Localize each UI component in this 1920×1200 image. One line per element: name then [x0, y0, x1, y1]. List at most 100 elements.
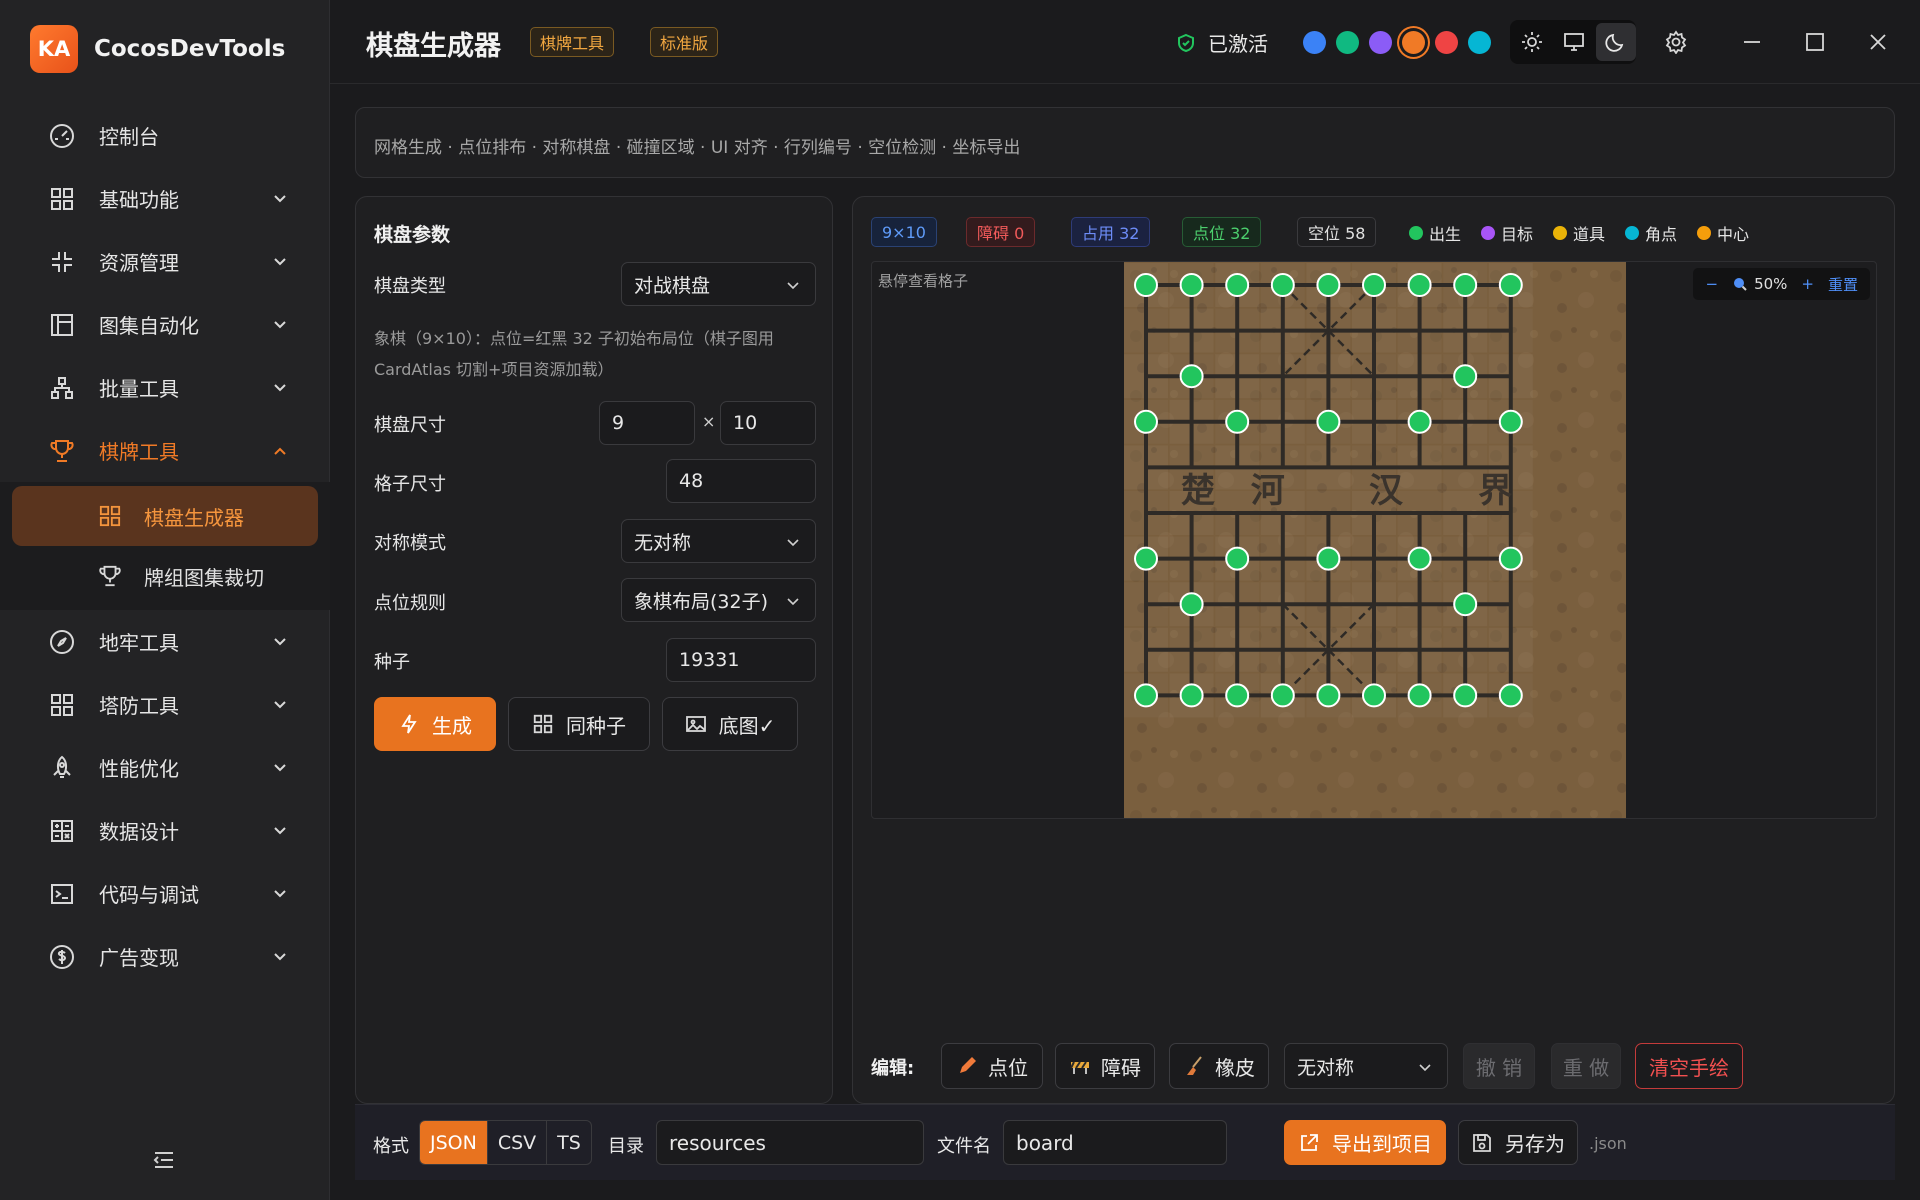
- dark-mode-button[interactable]: [1596, 23, 1636, 61]
- spawn-point[interactable]: [1498, 409, 1523, 434]
- theme-color-blue[interactable]: [1303, 31, 1326, 54]
- zoom-reset-button[interactable]: 重置: [1828, 274, 1858, 295]
- directory-input[interactable]: resources: [656, 1120, 924, 1165]
- spawn-point[interactable]: [1225, 546, 1250, 571]
- spawn-point[interactable]: [1134, 273, 1158, 297]
- chess-board[interactable]: 楚河 汉 界: [1124, 262, 1626, 818]
- layout-icon: [48, 311, 76, 339]
- sidebar-item-data-design[interactable]: 数据设计: [0, 799, 330, 862]
- spawn-point[interactable]: [1316, 273, 1341, 297]
- spawn-point[interactable]: [1270, 273, 1295, 297]
- spawn-point[interactable]: [1134, 546, 1158, 571]
- spawn-point[interactable]: [1407, 546, 1432, 571]
- spawn-point[interactable]: [1179, 683, 1204, 708]
- generate-button[interactable]: 生成: [374, 697, 496, 751]
- sidebar-item-chess[interactable]: 棋牌工具: [0, 419, 330, 482]
- filename-input[interactable]: board: [1003, 1120, 1227, 1165]
- format-json-option[interactable]: JSON: [420, 1121, 488, 1164]
- board-height-input[interactable]: 10: [720, 401, 816, 445]
- cell-size-input[interactable]: 48: [666, 459, 816, 503]
- sidebar-item-ads[interactable]: 广告变现: [0, 925, 330, 988]
- undo-button[interactable]: 撤 销: [1463, 1043, 1535, 1089]
- spawn-point[interactable]: [1453, 592, 1478, 617]
- minimize-icon[interactable]: [1740, 30, 1764, 54]
- board-width-input[interactable]: 9: [599, 401, 695, 445]
- same-seed-button[interactable]: 同种子: [508, 697, 650, 751]
- spawn-point[interactable]: [1498, 546, 1523, 571]
- sidebar-subitem-board-generator[interactable]: 棋盘生成器: [12, 486, 318, 546]
- theme-color-cyan[interactable]: [1468, 31, 1491, 54]
- spawn-point[interactable]: [1362, 683, 1386, 708]
- sidebar-item-performance[interactable]: 性能优化: [0, 736, 330, 799]
- spawn-point[interactable]: [1134, 683, 1158, 708]
- spawn-point[interactable]: [1453, 273, 1478, 297]
- river-char: 汉: [1369, 471, 1404, 511]
- sidebar-item-batch[interactable]: 批量工具: [0, 356, 330, 419]
- spawn-point[interactable]: [1225, 683, 1250, 708]
- light-mode-button[interactable]: [1512, 23, 1552, 61]
- theme-color-purple[interactable]: [1369, 31, 1392, 54]
- spawn-point[interactable]: [1179, 273, 1204, 297]
- spawn-point[interactable]: [1134, 409, 1158, 434]
- theme-color-green[interactable]: [1336, 31, 1359, 54]
- symmetry-select[interactable]: 无对称: [621, 519, 816, 563]
- eraser-tool-button[interactable]: 橡皮: [1169, 1043, 1269, 1089]
- board-type-select[interactable]: 对战棋盘: [621, 262, 816, 306]
- zoom-out-button[interactable]: −: [1705, 275, 1718, 293]
- chevron-down-icon: [274, 953, 286, 961]
- sidebar-item-label: 数据设计: [99, 820, 179, 844]
- format-ts-option[interactable]: TS: [547, 1121, 591, 1164]
- spawn-point[interactable]: [1316, 409, 1341, 434]
- spawn-point[interactable]: [1498, 683, 1523, 708]
- spawn-point[interactable]: [1225, 409, 1250, 434]
- redo-button[interactable]: 重 做: [1551, 1043, 1621, 1089]
- spawn-point[interactable]: [1407, 409, 1432, 434]
- theme-color-red[interactable]: [1435, 31, 1458, 54]
- point-tool-button[interactable]: 点位: [941, 1043, 1043, 1089]
- moon-icon: [1605, 33, 1624, 52]
- clear-drawing-button[interactable]: 清空手绘: [1635, 1043, 1743, 1089]
- sidebar-item-console[interactable]: 控制台: [0, 104, 330, 167]
- sidebar-item-label: 代码与调试: [99, 883, 199, 907]
- chevron-down-icon: [787, 598, 799, 606]
- seed-input[interactable]: 19331: [666, 638, 816, 682]
- theme-color-orange[interactable]: [1402, 31, 1425, 54]
- export-to-project-button[interactable]: 导出到项目: [1284, 1120, 1446, 1165]
- chevron-down-icon: [274, 827, 286, 835]
- close-icon[interactable]: [1866, 30, 1890, 54]
- point-rule-select[interactable]: 象棋布局(32子): [621, 578, 816, 622]
- spawn-point[interactable]: [1453, 364, 1478, 389]
- sidebar-item-code-debug[interactable]: 代码与调试: [0, 862, 330, 925]
- edit-symmetry-select[interactable]: 无对称: [1284, 1043, 1448, 1089]
- collapse-sidebar-icon[interactable]: [152, 1150, 176, 1170]
- spawn-point[interactable]: [1407, 273, 1432, 297]
- sidebar-item-basic[interactable]: 基础功能: [0, 167, 330, 230]
- spawn-point[interactable]: [1179, 592, 1204, 617]
- chevron-down-icon: [274, 638, 286, 646]
- spawn-point[interactable]: [1362, 273, 1386, 297]
- spawn-point[interactable]: [1316, 546, 1341, 571]
- spawn-point[interactable]: [1498, 273, 1523, 297]
- spawn-point[interactable]: [1270, 683, 1295, 708]
- board-canvas[interactable]: 悬停查看格子 楚河汉界 − 50% + 重置: [871, 261, 1877, 819]
- maximize-icon[interactable]: [1803, 30, 1827, 54]
- spawn-point[interactable]: [1407, 683, 1432, 708]
- spawn-point[interactable]: [1225, 273, 1250, 297]
- save-as-label: 另存为: [1505, 1132, 1565, 1156]
- sidebar-item-assets[interactable]: 资源管理: [0, 230, 330, 293]
- sidebar-item-tower-defense[interactable]: 塔防工具: [0, 673, 330, 736]
- obstacle-tool-button[interactable]: 障碍: [1055, 1043, 1155, 1089]
- sidebar-item-atlas[interactable]: 图集自动化: [0, 293, 330, 356]
- format-csv-option[interactable]: CSV: [488, 1121, 548, 1164]
- spawn-point[interactable]: [1316, 683, 1341, 708]
- system-mode-button[interactable]: [1554, 23, 1594, 61]
- zoom-in-button[interactable]: +: [1801, 275, 1814, 293]
- spawn-point[interactable]: [1453, 683, 1478, 708]
- point-rule-label: 点位规则: [374, 593, 446, 614]
- gear-icon[interactable]: [1664, 30, 1688, 54]
- spawn-point[interactable]: [1179, 364, 1204, 389]
- save-as-button[interactable]: 另存为: [1458, 1120, 1578, 1165]
- background-image-button[interactable]: 底图✓: [662, 697, 798, 751]
- sidebar-item-dungeon[interactable]: 地牢工具: [0, 610, 330, 673]
- sidebar-subitem-card-atlas[interactable]: 牌组图集裁切: [12, 546, 318, 606]
